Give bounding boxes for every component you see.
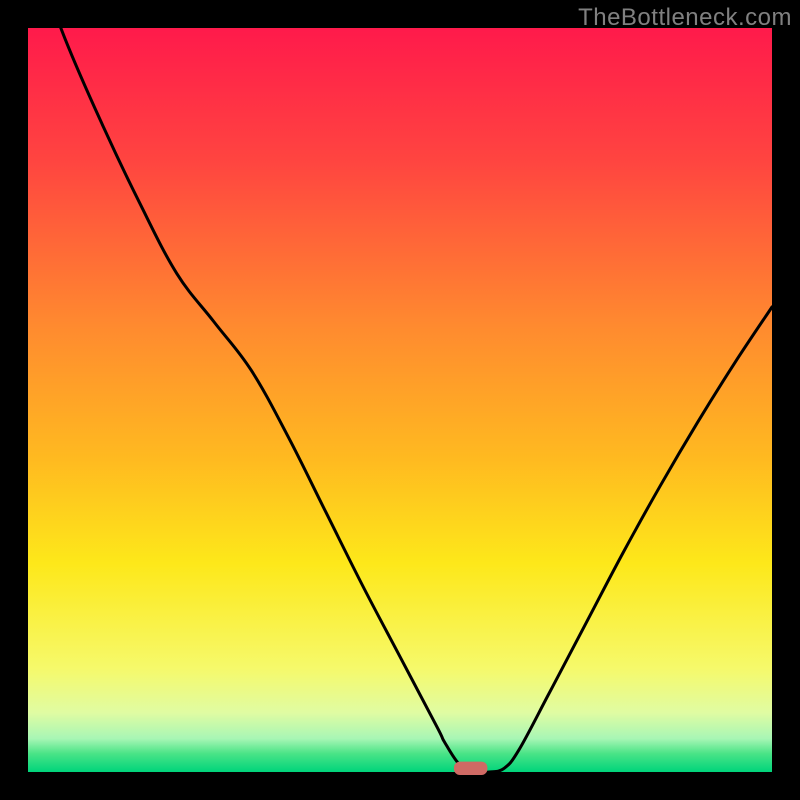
- watermark-text: TheBottleneck.com: [578, 4, 792, 32]
- optimum-marker: [454, 762, 487, 775]
- bottleneck-plot: [0, 0, 800, 800]
- chart-frame: TheBottleneck.com: [0, 0, 800, 800]
